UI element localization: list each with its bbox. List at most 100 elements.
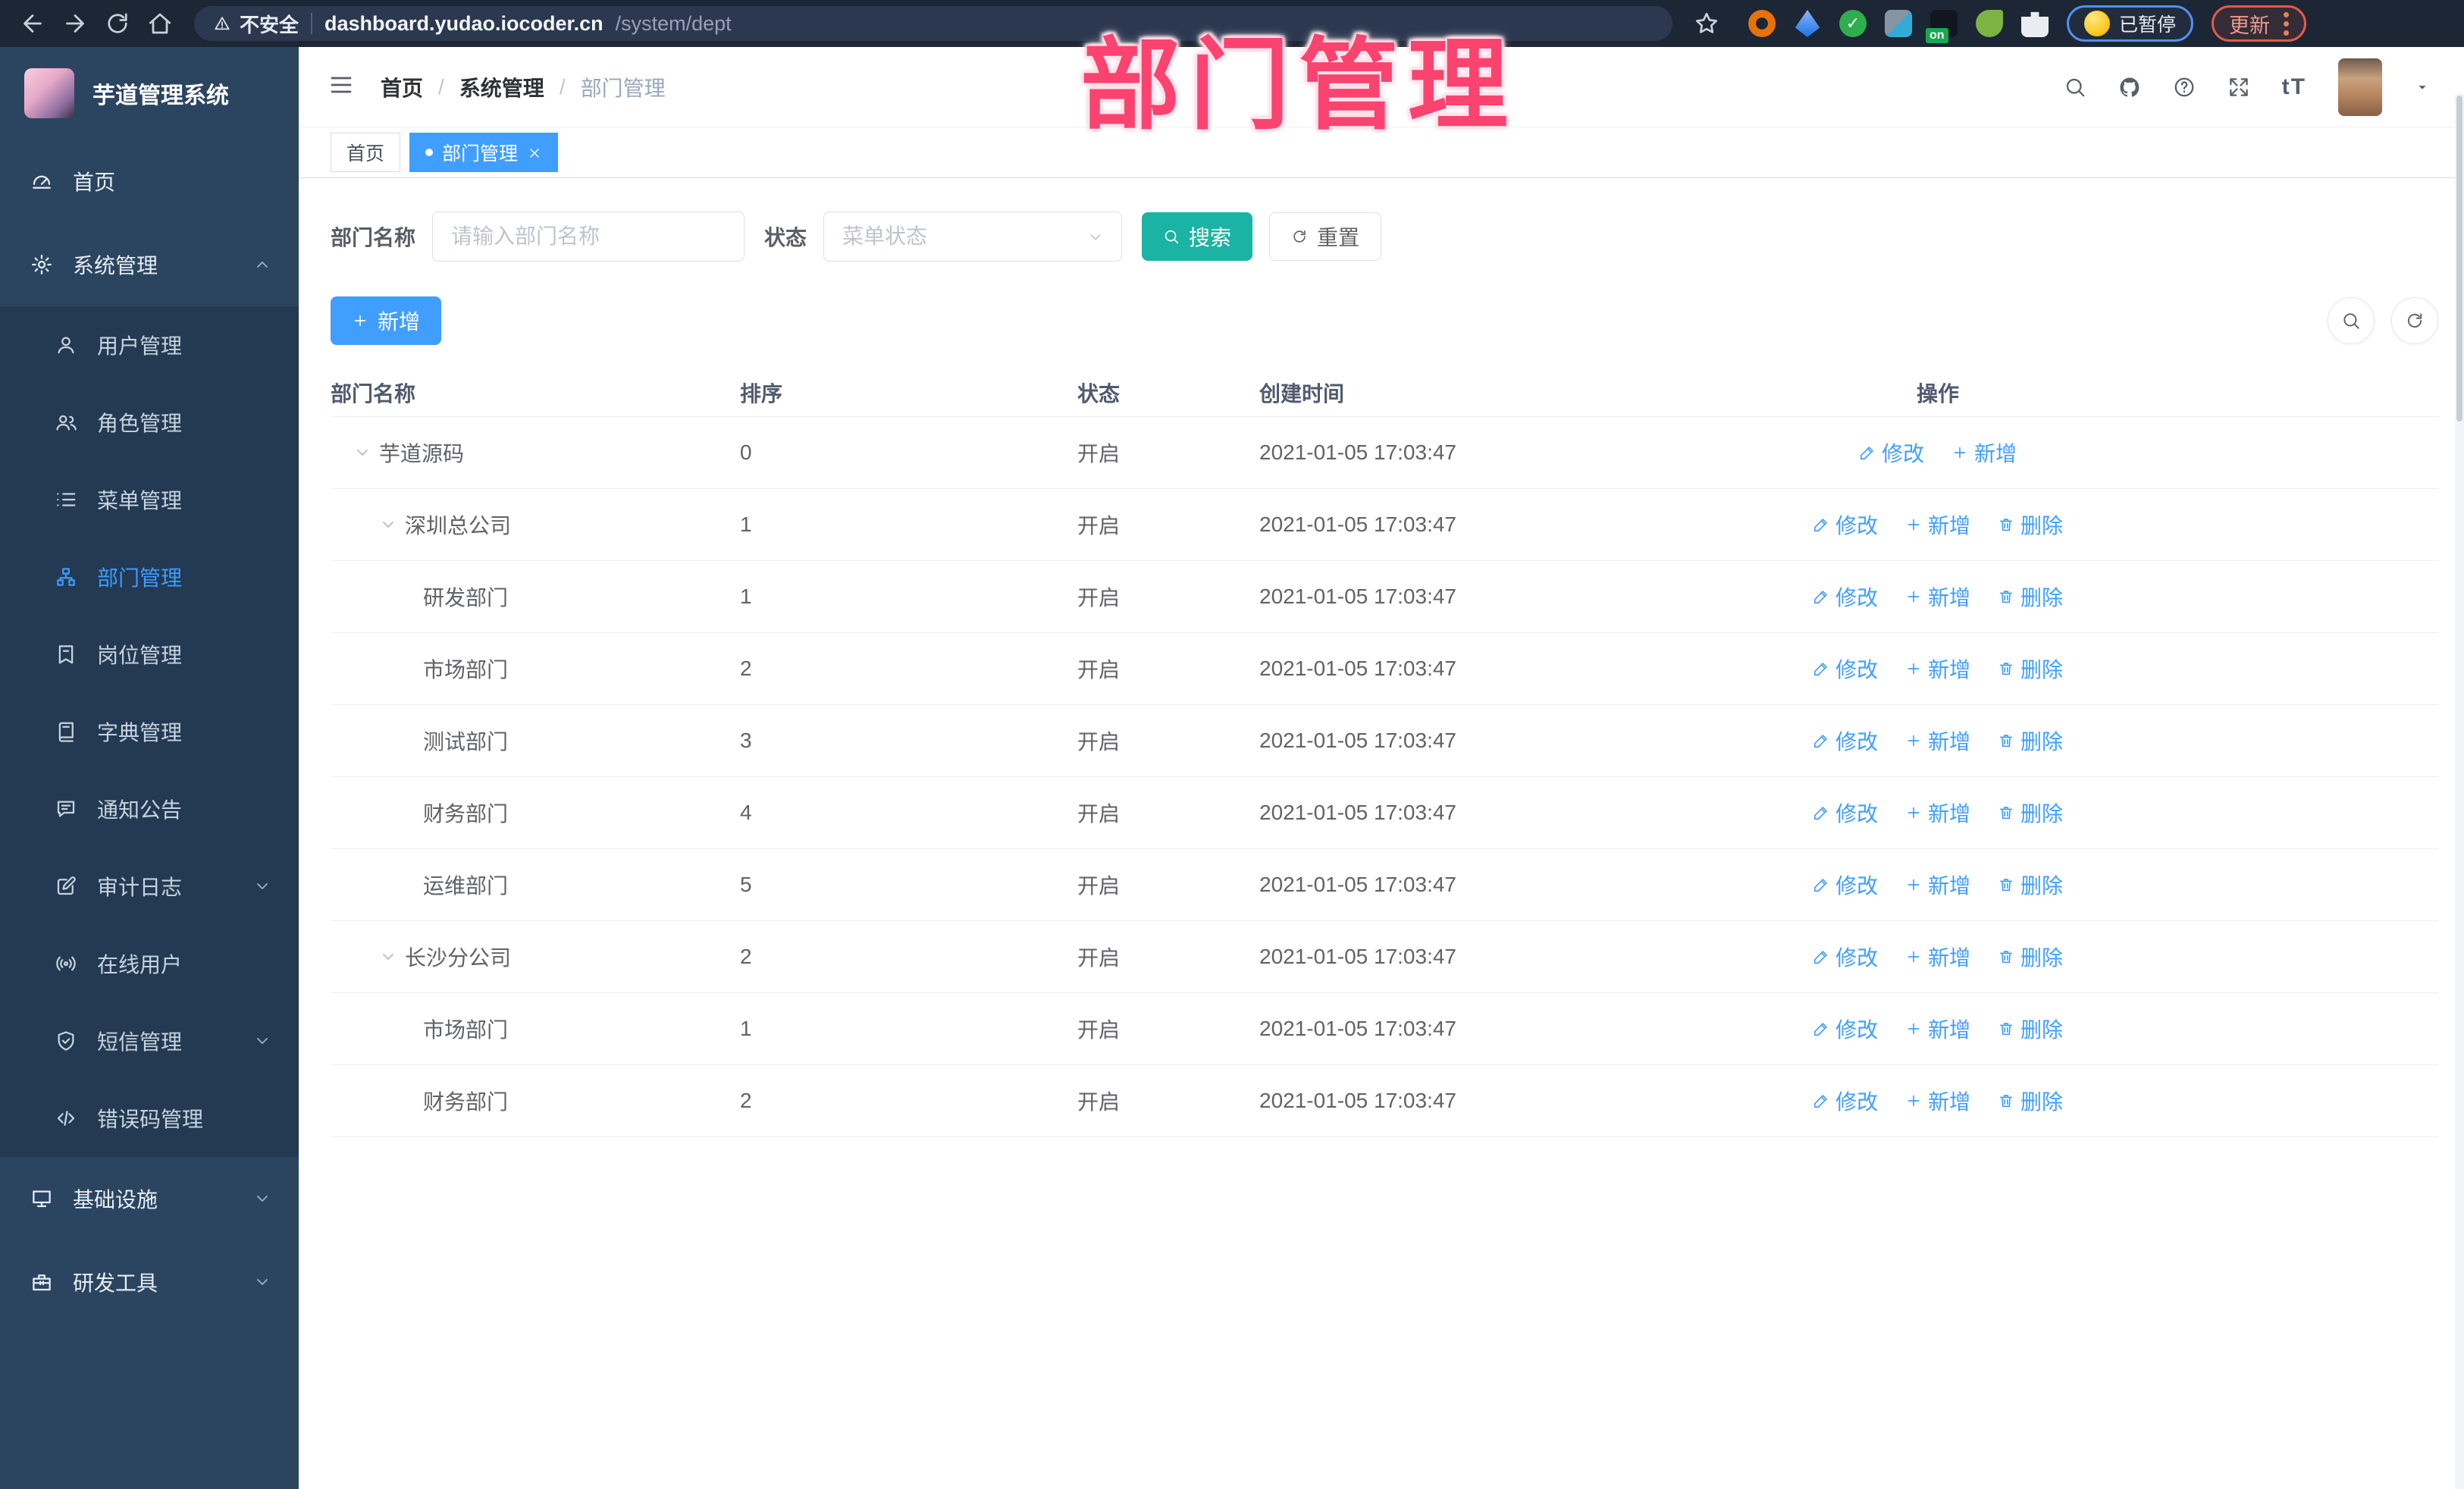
- modify-action-link[interactable]: 修改: [1813, 509, 1878, 540]
- delete-action-link[interactable]: 删除: [1998, 581, 2063, 612]
- status-select-input[interactable]: [823, 212, 1123, 262]
- add-action-link[interactable]: 新增: [1905, 942, 1970, 972]
- sidebar-item-菜单管理[interactable]: 菜单管理: [0, 461, 299, 538]
- add-action-link[interactable]: 新增: [1905, 870, 1970, 900]
- add-action-link[interactable]: 新增: [1905, 726, 1970, 756]
- hamburger-icon[interactable]: [328, 71, 355, 102]
- profile-paused-chip[interactable]: 已暂停: [2067, 5, 2194, 42]
- toggle-search-button[interactable]: [2328, 297, 2375, 344]
- tab-home[interactable]: 首页: [331, 133, 401, 172]
- url-host: dashboard.yudao.iocoder.cn: [324, 11, 603, 35]
- reset-button[interactable]: 重置: [1269, 212, 1382, 261]
- scrollbar-thumb[interactable]: [2456, 96, 2462, 422]
- delete-action-link[interactable]: 删除: [1998, 654, 2063, 684]
- add-action-link[interactable]: 新增: [1951, 437, 2017, 468]
- reload-icon[interactable]: [100, 6, 135, 41]
- delete-action-link[interactable]: 删除: [1998, 798, 2063, 828]
- extensions-puzzle-icon[interactable]: [2021, 11, 2049, 37]
- sidebar-item-短信管理[interactable]: 短信管理: [0, 1002, 299, 1080]
- delete-action-link[interactable]: 删除: [1998, 726, 2063, 756]
- trash-icon: [1998, 1020, 2014, 1037]
- close-icon[interactable]: [527, 145, 542, 160]
- dept-create-time: 2021-01-05 17:03:47: [1240, 1064, 1741, 1137]
- search-icon[interactable]: [2064, 76, 2086, 99]
- delete-action-link[interactable]: 删除: [1998, 509, 2063, 540]
- user-avatar[interactable]: [2338, 58, 2382, 116]
- kebab-menu-icon[interactable]: [2284, 11, 2290, 36]
- chrome-update-button[interactable]: 更新: [2212, 5, 2307, 42]
- github-icon[interactable]: [2118, 76, 2141, 99]
- sidebar-item-在线用户[interactable]: 在线用户: [0, 925, 299, 1002]
- font-size-icon[interactable]: tT: [2282, 74, 2306, 100]
- trash-icon: [1998, 660, 2014, 677]
- extension-orange-icon[interactable]: [1748, 10, 1776, 37]
- sidebar-item-部门管理[interactable]: 部门管理: [0, 538, 299, 616]
- extension-drop-icon[interactable]: [1795, 10, 1820, 37]
- breadcrumb-separator: /: [559, 74, 566, 99]
- caret-down-icon[interactable]: [2414, 79, 2431, 96]
- delete-action-link[interactable]: 删除: [1998, 870, 2063, 900]
- breadcrumb-system[interactable]: 系统管理: [459, 72, 544, 102]
- modify-action-link[interactable]: 修改: [1813, 870, 1878, 900]
- sidebar-item-岗位管理[interactable]: 岗位管理: [0, 616, 299, 693]
- search-button[interactable]: 搜索: [1142, 212, 1253, 261]
- forward-icon[interactable]: [58, 6, 92, 41]
- add-action-link[interactable]: 新增: [1905, 509, 1970, 540]
- tab-dept-management[interactable]: 部门管理: [409, 133, 559, 172]
- page-scrollbar[interactable]: [2455, 94, 2464, 1489]
- extension-leaf-icon[interactable]: [1976, 10, 2003, 37]
- modify-action-link[interactable]: 修改: [1813, 1086, 1878, 1116]
- modify-action-link[interactable]: 修改: [1813, 942, 1878, 972]
- extension-switch-icon[interactable]: on: [1926, 10, 1958, 43]
- back-icon[interactable]: [15, 6, 50, 41]
- expand-caret-icon[interactable]: [353, 444, 371, 462]
- dept-name: 芋道源码: [379, 441, 465, 466]
- delete-action-link[interactable]: 删除: [1998, 1086, 2063, 1116]
- sidebar-item-字典管理[interactable]: 字典管理: [0, 693, 299, 770]
- modify-action-link[interactable]: 修改: [1813, 1014, 1878, 1044]
- extension-grid-icon[interactable]: [1885, 10, 1912, 37]
- site-security[interactable]: 不安全: [214, 10, 299, 38]
- modify-action-link[interactable]: 修改: [1813, 654, 1878, 684]
- sidebar-item-研发工具[interactable]: 研发工具: [0, 1240, 299, 1324]
- status-select[interactable]: [823, 212, 1123, 262]
- modify-action-link[interactable]: 修改: [1859, 437, 1924, 468]
- app-logo-row[interactable]: 芋道管理系统: [0, 47, 299, 139]
- sidebar-item-审计日志[interactable]: 审计日志: [0, 848, 299, 925]
- help-icon[interactable]: [2173, 76, 2196, 99]
- sidebar-item-系统管理[interactable]: 系统管理: [0, 223, 299, 306]
- dept-create-time: 2021-01-05 17:03:47: [1240, 416, 1741, 489]
- expand-caret-icon[interactable]: [379, 948, 397, 966]
- gear-icon: [30, 253, 53, 276]
- extension-check-icon[interactable]: ✓: [1839, 10, 1867, 37]
- dept-name: 测试部门: [423, 729, 509, 754]
- delete-action-link[interactable]: 删除: [1998, 942, 2063, 972]
- dept-status: 开启: [1058, 848, 1240, 921]
- add-button[interactable]: 新增: [331, 296, 442, 345]
- dept-name: 研发部门: [423, 585, 509, 610]
- home-icon[interactable]: [143, 6, 177, 41]
- sidebar-item-用户管理[interactable]: 用户管理: [0, 306, 299, 384]
- fullscreen-icon[interactable]: [2227, 76, 2250, 99]
- add-action-link[interactable]: 新增: [1905, 1086, 1970, 1116]
- url-path: /system/dept: [615, 11, 732, 35]
- delete-action-link[interactable]: 删除: [1998, 1014, 2063, 1044]
- sidebar-item-错误码管理[interactable]: 错误码管理: [0, 1080, 299, 1157]
- refresh-table-button[interactable]: [2391, 297, 2438, 344]
- modify-action-link[interactable]: 修改: [1813, 726, 1878, 756]
- add-action-link[interactable]: 新增: [1905, 1014, 1970, 1044]
- bookmark-star-icon[interactable]: [1689, 6, 1724, 41]
- sidebar-item-首页[interactable]: 首页: [0, 139, 299, 223]
- modify-action-link[interactable]: 修改: [1813, 798, 1878, 828]
- add-action-link[interactable]: 新增: [1905, 654, 1970, 684]
- sidebar-item-角色管理[interactable]: 角色管理: [0, 384, 299, 461]
- add-action-link[interactable]: 新增: [1905, 798, 1970, 828]
- add-action-link[interactable]: 新增: [1905, 581, 1970, 612]
- menu-list-icon: [55, 488, 77, 511]
- sidebar-item-通知公告[interactable]: 通知公告: [0, 770, 299, 848]
- expand-caret-icon[interactable]: [379, 516, 397, 534]
- dept-name-input[interactable]: [432, 212, 745, 262]
- sidebar-item-基础设施[interactable]: 基础设施: [0, 1157, 299, 1240]
- breadcrumb-home[interactable]: 首页: [381, 72, 423, 102]
- modify-action-link[interactable]: 修改: [1813, 581, 1878, 612]
